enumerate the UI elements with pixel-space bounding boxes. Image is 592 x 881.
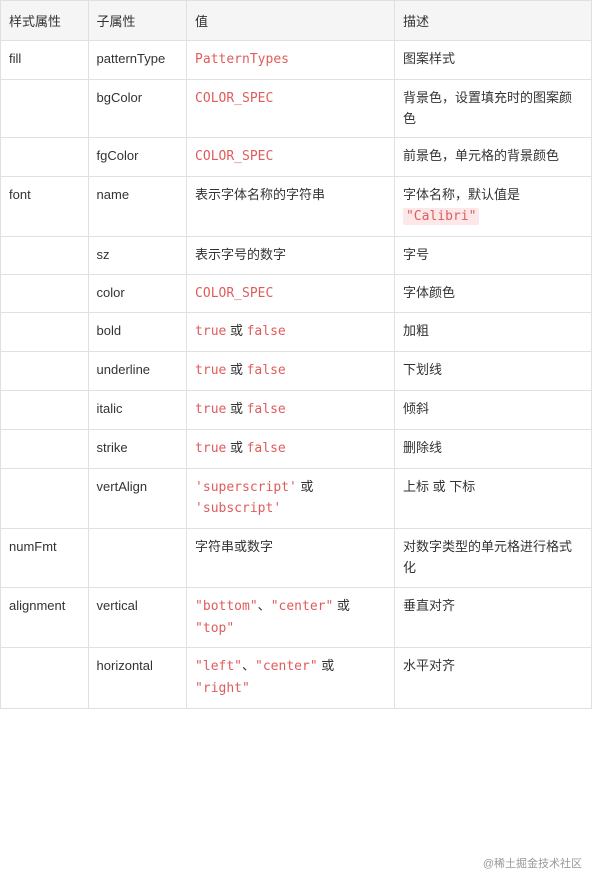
cell-desc: 垂直对齐 (394, 587, 591, 648)
cell-desc: 前景色，单元格的背景颜色 (394, 138, 591, 177)
cell-val: 表示字号的数字 (187, 236, 395, 274)
table-row: numFmt 字符串或数字对数字类型的单元格进行格式化 (1, 529, 592, 588)
cell-sub: bgColor (88, 79, 187, 138)
main-container: 样式属性 子属性 值 描述 fillpatternTypePatternType… (0, 0, 592, 881)
cell-val: COLOR_SPEC (187, 138, 395, 177)
cell-desc: 上标 或 下标 (394, 468, 591, 529)
cell-sub: vertical (88, 587, 187, 648)
cell-desc: 删除线 (394, 429, 591, 468)
cell-val: 'superscript' 或 'subscript' (187, 468, 395, 529)
table-body: fillpatternTypePatternTypes图案样式bgColorCO… (1, 41, 592, 709)
cell-style (1, 648, 89, 709)
table-row: horizontal"left"、"center" 或 "right"水平对齐 (1, 648, 592, 709)
cell-val: true 或 false (187, 352, 395, 391)
table-row: fgColorCOLOR_SPEC前景色，单元格的背景颜色 (1, 138, 592, 177)
cell-val: 表示字体名称的字符串 (187, 177, 395, 237)
cell-style: alignment (1, 587, 89, 648)
table-row: fontname表示字体名称的字符串字体名称，默认值是 "Calibri" (1, 177, 592, 237)
header-sub: 子属性 (88, 1, 187, 41)
table-row: striketrue 或 false删除线 (1, 429, 592, 468)
cell-sub: name (88, 177, 187, 237)
cell-val: COLOR_SPEC (187, 274, 395, 313)
cell-style (1, 313, 89, 352)
cell-val: "bottom"、"center" 或 "top" (187, 587, 395, 648)
table-row: underlinetrue 或 false下划线 (1, 352, 592, 391)
cell-desc: 倾斜 (394, 390, 591, 429)
cell-style (1, 236, 89, 274)
style-table: 样式属性 子属性 值 描述 fillpatternTypePatternType… (0, 0, 592, 709)
table-row: colorCOLOR_SPEC字体颜色 (1, 274, 592, 313)
cell-val: true 或 false (187, 390, 395, 429)
cell-sub: italic (88, 390, 187, 429)
cell-val: "left"、"center" 或 "right" (187, 648, 395, 709)
cell-desc: 字号 (394, 236, 591, 274)
cell-style: font (1, 177, 89, 237)
cell-style: numFmt (1, 529, 89, 588)
cell-sub: bold (88, 313, 187, 352)
cell-val: 字符串或数字 (187, 529, 395, 588)
cell-style (1, 274, 89, 313)
cell-sub: vertAlign (88, 468, 187, 529)
cell-style (1, 138, 89, 177)
cell-style (1, 79, 89, 138)
cell-sub: horizontal (88, 648, 187, 709)
cell-desc: 字体颜色 (394, 274, 591, 313)
table-row: vertAlign'superscript' 或 'subscript'上标 或… (1, 468, 592, 529)
table-row: italictrue 或 false倾斜 (1, 390, 592, 429)
cell-style (1, 429, 89, 468)
cell-style (1, 390, 89, 429)
table-header-row: 样式属性 子属性 值 描述 (1, 1, 592, 41)
header-desc: 描述 (394, 1, 591, 41)
cell-sub: strike (88, 429, 187, 468)
cell-val: true 或 false (187, 313, 395, 352)
cell-desc: 加粗 (394, 313, 591, 352)
cell-style (1, 352, 89, 391)
cell-sub: sz (88, 236, 187, 274)
cell-desc: 水平对齐 (394, 648, 591, 709)
cell-val: PatternTypes (187, 41, 395, 80)
table-row: boldtrue 或 false加粗 (1, 313, 592, 352)
cell-val: true 或 false (187, 429, 395, 468)
table-row: fillpatternTypePatternTypes图案样式 (1, 41, 592, 80)
cell-sub (88, 529, 187, 588)
cell-sub: color (88, 274, 187, 313)
cell-style: fill (1, 41, 89, 80)
cell-desc: 对数字类型的单元格进行格式化 (394, 529, 591, 588)
cell-desc: 图案样式 (394, 41, 591, 80)
table-row: bgColorCOLOR_SPEC背景色，设置填充时的图案颜色 (1, 79, 592, 138)
cell-style (1, 468, 89, 529)
cell-desc: 背景色，设置填充时的图案颜色 (394, 79, 591, 138)
table-row: alignmentvertical"bottom"、"center" 或 "to… (1, 587, 592, 648)
cell-sub: patternType (88, 41, 187, 80)
cell-sub: fgColor (88, 138, 187, 177)
cell-desc: 下划线 (394, 352, 591, 391)
header-val: 值 (187, 1, 395, 41)
table-row: sz表示字号的数字字号 (1, 236, 592, 274)
cell-sub: underline (88, 352, 187, 391)
cell-desc: 字体名称，默认值是 "Calibri" (394, 177, 591, 237)
header-style: 样式属性 (1, 1, 89, 41)
watermark: @稀土掘金技术社区 (483, 855, 582, 871)
cell-val: COLOR_SPEC (187, 79, 395, 138)
